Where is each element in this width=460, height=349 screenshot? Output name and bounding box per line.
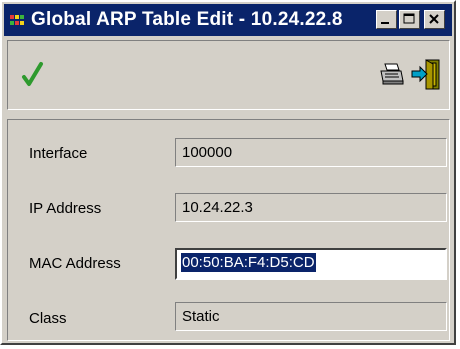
maximize-button[interactable] — [399, 10, 420, 29]
mac-address-input[interactable]: 00:50:BA:F4:D5:CD — [175, 248, 447, 280]
ip-address-label: IP Address — [29, 200, 102, 217]
mac-address-label: MAC Address — [29, 255, 121, 272]
minimize-button[interactable] — [376, 10, 397, 29]
form-panel: Interface 100000 IP Address 10.24.22.3 M… — [7, 119, 450, 341]
minimize-icon — [381, 22, 389, 24]
checkmark-icon — [22, 62, 43, 86]
close-icon — [429, 14, 439, 24]
interface-label: Interface — [29, 145, 88, 162]
apply-button[interactable] — [20, 59, 48, 91]
interface-field: 100000 — [175, 138, 447, 167]
close-button[interactable] — [424, 10, 445, 29]
maximize-icon — [403, 13, 415, 24]
app-icon — [10, 15, 24, 25]
title-bar[interactable]: Global ARP Table Edit - 10.24.22.8 — [4, 4, 452, 36]
window-title: Global ARP Table Edit - 10.24.22.8 — [31, 9, 343, 30]
exit-button[interactable] — [410, 58, 442, 92]
ip-address-field: 10.24.22.3 — [175, 193, 447, 222]
class-field: Static — [175, 302, 447, 331]
print-button[interactable] — [379, 62, 405, 88]
exit-door-icon — [411, 59, 440, 90]
mac-address-selected-text: 00:50:BA:F4:D5:CD — [181, 253, 316, 272]
arp-edit-window: Global ARP Table Edit - 10.24.22.8 Inter… — [0, 0, 456, 345]
toolbar — [7, 40, 450, 110]
class-label: Class — [29, 310, 67, 327]
printer-icon — [380, 63, 404, 85]
